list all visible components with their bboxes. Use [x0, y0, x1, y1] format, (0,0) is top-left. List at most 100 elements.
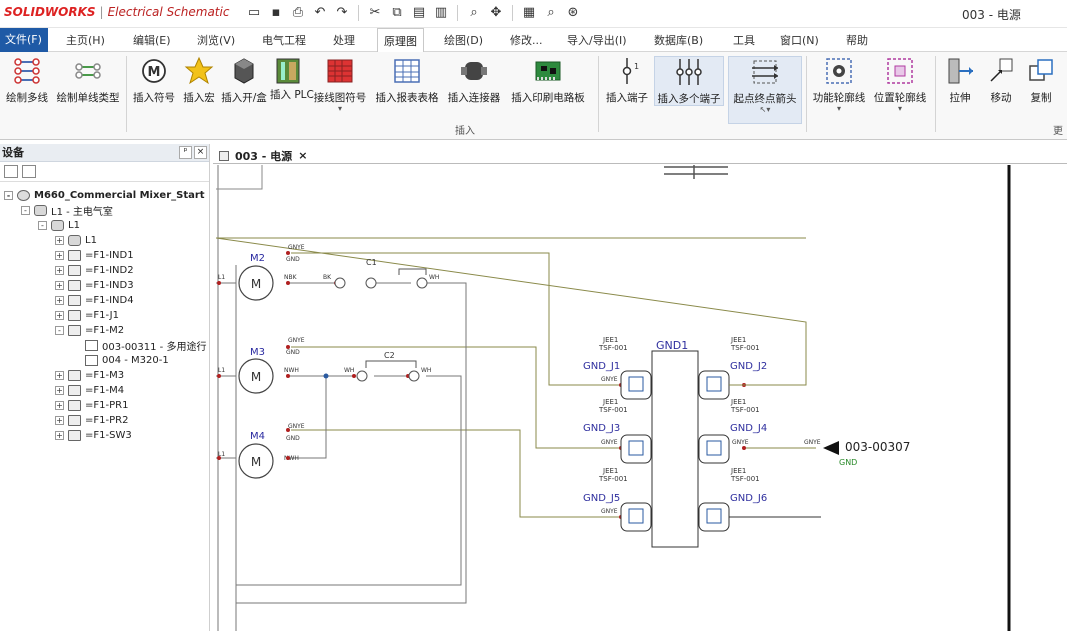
- terminal-gnd-j5[interactable]: GND_J5: [583, 493, 620, 504]
- print-icon[interactable]: ⎙: [288, 4, 308, 22]
- expand-icon[interactable]: +: [55, 386, 64, 395]
- menu-help[interactable]: 帮助: [846, 32, 868, 48]
- menu-home[interactable]: 主页(H): [66, 32, 105, 48]
- location-outline-dropdown-icon[interactable]: ▾: [870, 104, 930, 113]
- save-icon[interactable]: ▪: [266, 4, 286, 22]
- tree-node[interactable]: + =F1-SW3: [55, 428, 132, 443]
- tree-node[interactable]: 003-00311 - 多用途行: [72, 338, 206, 353]
- insert-plc-button[interactable]: 插入 PLC: [270, 56, 314, 101]
- tree-node[interactable]: - M660_Commercial Mixer_Start: [4, 188, 205, 203]
- options-icon[interactable]: ⊛: [563, 4, 583, 22]
- expand-icon[interactable]: +: [55, 296, 64, 305]
- menu-file[interactable]: 文件(F): [0, 28, 48, 52]
- expand-icon[interactable]: +: [55, 371, 64, 380]
- menu-modify[interactable]: 修改...: [510, 32, 543, 48]
- tree-node[interactable]: + =F1-M4: [55, 383, 124, 398]
- stretch-button[interactable]: 拉伸: [940, 56, 980, 104]
- expand-icon[interactable]: +: [55, 281, 64, 290]
- terminal-gnd-j2[interactable]: GND_J2: [730, 361, 767, 372]
- menu-schematic[interactable]: 原理图: [377, 28, 424, 53]
- motor-m4[interactable]: M M4: [238, 431, 274, 479]
- tree-node[interactable]: + =F1-IND4: [55, 293, 134, 308]
- paste-icon[interactable]: ▤: [409, 4, 429, 22]
- expand-icon[interactable]: +: [55, 236, 64, 245]
- ground-block[interactable]: GND1: [620, 339, 730, 548]
- function-outline-button[interactable]: 功能轮廓线 ▾: [810, 56, 868, 113]
- origin-destination-arrow[interactable]: 003-00307 GND: [823, 440, 910, 467]
- tree-node[interactable]: + =F1-PR2: [55, 413, 128, 428]
- undo-icon[interactable]: ↶: [310, 4, 330, 22]
- terminal-symbol-dropdown-icon[interactable]: ▾: [309, 104, 371, 113]
- tree-node[interactable]: - =F1-M2: [55, 323, 124, 338]
- insert-connector-button[interactable]: 插入连接器: [444, 56, 504, 104]
- expand-icon[interactable]: +: [55, 251, 64, 260]
- tree-node[interactable]: + =F1-IND3: [55, 278, 134, 293]
- draw-multi-wire-button[interactable]: 绘制多线: [3, 56, 51, 104]
- location-outline-button[interactable]: 位置轮廓线 ▾: [870, 56, 930, 113]
- menu-database[interactable]: 数据库(B): [654, 32, 703, 48]
- function-outline-dropdown-icon[interactable]: ▾: [810, 104, 868, 113]
- insert-report-table-button[interactable]: 插入报表表格: [372, 56, 442, 104]
- zoom-icon[interactable]: ⌕: [464, 4, 484, 22]
- pin-icon[interactable]: ᵖ: [179, 146, 192, 159]
- collapse-icon[interactable]: -: [21, 206, 30, 215]
- terminal-gnd-j6[interactable]: GND_J6: [730, 493, 767, 504]
- schematic-drawing[interactable]: C1 C2 M M2 M M3 M M4 GNYE GND NBK BK WH …: [216, 165, 1067, 631]
- clipboard-icon[interactable]: ▥: [431, 4, 451, 22]
- draw-single-wire-button[interactable]: 绘制单线类型: [52, 56, 124, 104]
- menu-draw[interactable]: 绘图(D): [444, 32, 483, 48]
- insert-pcb-button[interactable]: 插入印刷电路板: [505, 56, 591, 104]
- redo-icon[interactable]: ↷: [332, 4, 352, 22]
- expand-icon[interactable]: +: [55, 266, 64, 275]
- properties-icon[interactable]: ▦: [519, 4, 539, 22]
- menu-view[interactable]: 浏览(V): [197, 32, 235, 48]
- close-icon[interactable]: ×: [194, 146, 207, 159]
- insert-macro-button[interactable]: 插入宏: [179, 56, 219, 104]
- panel-tool-icon[interactable]: [4, 165, 18, 178]
- menu-import-export[interactable]: 导入/导出(I): [567, 32, 627, 48]
- motor-m3[interactable]: M M3: [238, 347, 274, 394]
- collapse-icon[interactable]: -: [55, 326, 64, 335]
- close-tab-icon[interactable]: ×: [298, 149, 307, 162]
- menu-electrical-project[interactable]: 电气工程: [262, 32, 306, 48]
- menu-window[interactable]: 窗口(N): [780, 32, 819, 48]
- expand-icon[interactable]: +: [55, 431, 64, 440]
- terminal-gnd-j4[interactable]: GND_J4: [730, 423, 767, 434]
- insert-symbol-button[interactable]: M 插入符号: [130, 56, 178, 104]
- menu-edit[interactable]: 编辑(E): [133, 32, 171, 48]
- tree-node[interactable]: + =F1-J1: [55, 308, 119, 323]
- motor-m2[interactable]: M M2: [238, 253, 274, 301]
- menu-process[interactable]: 处理: [333, 32, 355, 48]
- panel-filter-icon[interactable]: [22, 165, 36, 178]
- expand-icon[interactable]: +: [55, 401, 64, 410]
- insert-terminal-button[interactable]: 1 插入端子: [602, 56, 652, 104]
- menu-tools[interactable]: 工具: [733, 32, 755, 48]
- collapse-icon[interactable]: -: [38, 221, 47, 230]
- tree-node[interactable]: + =F1-IND2: [55, 263, 134, 278]
- insert-box-button[interactable]: 插入开/盒: [220, 56, 268, 104]
- collapse-icon[interactable]: -: [4, 191, 13, 200]
- origin-dest-arrow-dropdown-icon[interactable]: ↖▾: [729, 105, 801, 114]
- tree-node[interactable]: + =F1-IND1: [55, 248, 134, 263]
- cut-icon[interactable]: ✂: [365, 4, 385, 22]
- terminal-gnd-j3[interactable]: GND_J3: [583, 423, 620, 434]
- tree-node[interactable]: + =F1-M3: [55, 368, 124, 383]
- tree-node[interactable]: 004 - M320-1: [72, 353, 169, 368]
- pan-icon[interactable]: ✥: [486, 4, 506, 22]
- search-icon[interactable]: ⌕: [541, 4, 561, 22]
- tree-node[interactable]: - L1: [38, 218, 80, 233]
- tree-node[interactable]: + L1: [55, 233, 97, 248]
- terminal-symbol-button[interactable]: 接线图符号 ▾: [309, 56, 371, 113]
- tab-003-power[interactable]: 003 - 电源 ×: [215, 144, 313, 164]
- tree-node[interactable]: - L1 - 主电气室: [21, 203, 113, 218]
- tree-node[interactable]: + =F1-PR1: [55, 398, 128, 413]
- new-document-icon[interactable]: ▭: [244, 4, 264, 22]
- schematic-canvas[interactable]: C1 C2 M M2 M M3 M M4 GNYE GND NBK BK WH …: [216, 165, 1067, 631]
- insert-multiple-terminals-button[interactable]: 插入多个端子: [654, 56, 724, 106]
- terminal-gnd-j1[interactable]: GND_J1: [583, 361, 620, 372]
- expand-icon[interactable]: +: [55, 416, 64, 425]
- copy-button[interactable]: 复制: [1022, 56, 1060, 104]
- origin-destination-arrow-button[interactable]: 起点终点箭头 ↖▾: [728, 56, 802, 124]
- copy-qat-icon[interactable]: ⧉: [387, 4, 407, 22]
- expand-icon[interactable]: +: [55, 311, 64, 320]
